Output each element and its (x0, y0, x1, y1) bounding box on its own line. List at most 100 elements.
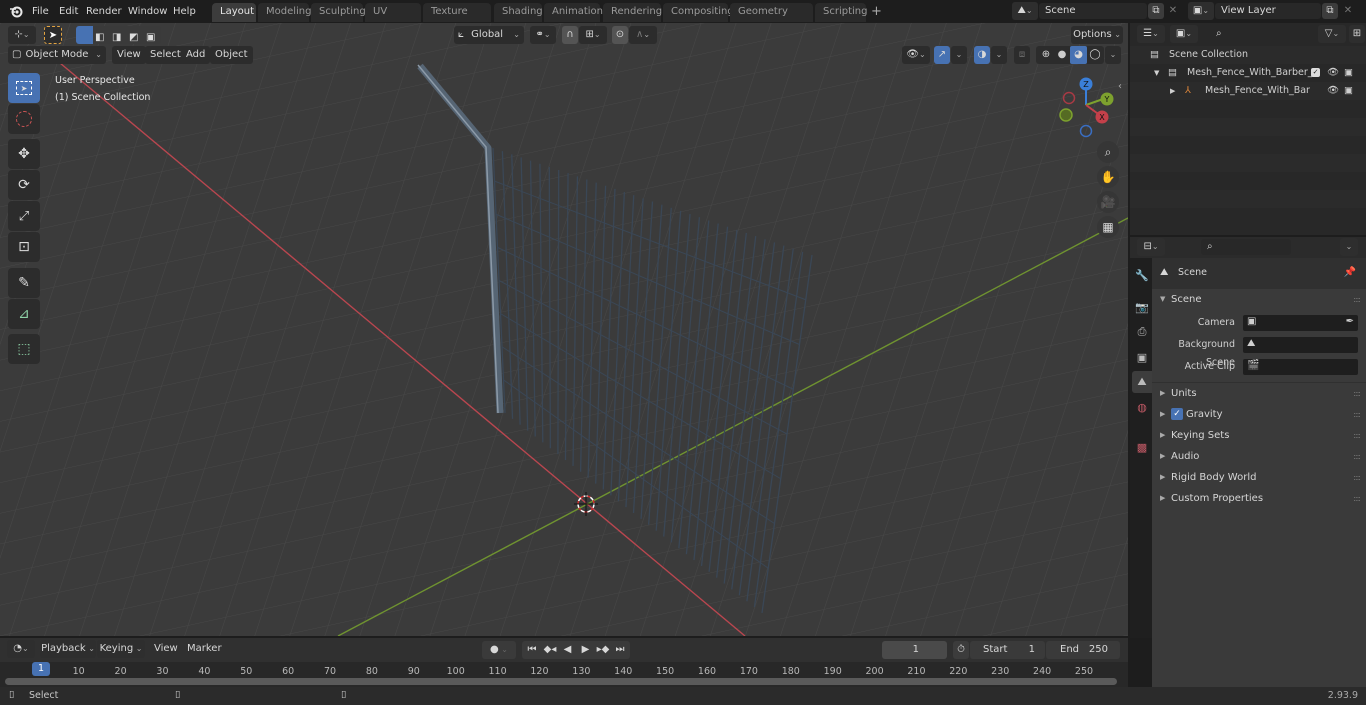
eyedropper-icon[interactable]: ✒ (1346, 316, 1354, 327)
material-preview-shading-icon[interactable]: ◕ (1070, 46, 1087, 64)
scene-name-field[interactable]: Scene (1039, 3, 1147, 19)
transform-orientation-dropdown[interactable]: ⟀ Global ⌄ (454, 26, 524, 44)
menu-add[interactable]: Add (181, 46, 211, 64)
tool-select-box[interactable]: ➤ (8, 73, 40, 103)
select-subtract-icon[interactable]: ◨ (112, 29, 121, 47)
tool-scale[interactable]: ⤢ (8, 201, 40, 231)
tab-tool[interactable]: 🔧 (1132, 264, 1152, 286)
tab-output[interactable]: ⎙ (1132, 321, 1152, 343)
tab-texture-paint[interactable]: Texture Paint (423, 3, 491, 35)
new-view-layer-button[interactable]: ⧉ (1322, 3, 1338, 19)
panel-gravity[interactable]: ▶ ✓ Gravity :::: (1152, 404, 1366, 425)
tab-modeling[interactable]: Modeling (258, 3, 312, 22)
zoom-view-button[interactable]: ⌕ (1097, 141, 1119, 163)
outliner-row-scene-collection[interactable]: ▤ Scene Collection (1130, 46, 1366, 64)
tab-view-layer[interactable]: ▣ (1132, 346, 1152, 368)
panel-units[interactable]: ▶ Units :::: (1152, 383, 1366, 404)
filter-dropdown[interactable]: ▽⌄ (1318, 25, 1346, 43)
overlays-toggle[interactable]: ◑ (974, 46, 990, 64)
keying-dropdown[interactable]: Keying ⌄ (97, 640, 145, 658)
panel-scene-header[interactable]: ▼ Scene :::: (1152, 289, 1366, 310)
tab-texture[interactable]: ▩ (1132, 436, 1152, 458)
select-invert-icon[interactable]: ◩ (129, 29, 138, 47)
view-layer-browse-button[interactable]: ▣⌄ (1188, 2, 1214, 20)
proportional-edit-toggle[interactable]: ⊙ (612, 26, 628, 44)
render-camera-icon[interactable]: ▣ (1344, 64, 1353, 82)
drag-grip-icon[interactable]: :::: (1353, 383, 1361, 404)
camera-view-button[interactable]: 🎥 (1097, 191, 1119, 213)
gizmo-toggle[interactable]: ↗ (934, 46, 950, 64)
panel-custom-properties[interactable]: ▶ Custom Properties :::: (1152, 488, 1366, 509)
auto-keying-toggle[interactable]: ● ⌄ (482, 641, 516, 659)
tab-rendering[interactable]: Rendering (603, 3, 662, 22)
prev-keyframe-icon[interactable]: ◆◂ (541, 641, 559, 659)
tool-measure[interactable]: ⊿ (8, 299, 40, 329)
playhead[interactable]: 1 (32, 662, 50, 676)
wireframe-shading-icon[interactable]: ⊕ (1038, 46, 1054, 64)
properties-options-dropdown[interactable]: ⌄ (1340, 238, 1358, 256)
gizmo-neg-y[interactable] (1059, 108, 1073, 122)
ortho-toggle-button[interactable]: ▦ (1097, 216, 1119, 238)
camera-field[interactable]: ▣ ✒ (1242, 314, 1359, 332)
select-new-icon[interactable] (76, 26, 93, 44)
overlays-dropdown[interactable]: ⌄ (991, 46, 1007, 64)
panel-audio[interactable]: ▶ Audio :::: (1152, 446, 1366, 467)
timeline-scrollbar[interactable] (5, 678, 1117, 685)
jump-end-icon[interactable]: ⏭ (612, 641, 628, 659)
menu-select[interactable]: Select (145, 46, 186, 64)
preview-range-toggle[interactable]: ⏱ (953, 641, 969, 659)
tab-shading[interactable]: Shading (494, 3, 543, 22)
timeline-editor-type[interactable]: ◔⌄ (7, 640, 35, 658)
visibility-dropdown[interactable]: 👁⌄ (902, 46, 930, 64)
panel-keying-sets[interactable]: ▶ Keying Sets :::: (1152, 425, 1366, 446)
gizmo-neg-x[interactable] (1062, 91, 1076, 105)
jump-start-icon[interactable]: ⏮ (524, 641, 540, 659)
menu-render[interactable]: Render (86, 0, 122, 23)
editor-type-button[interactable]: ⊹⌄ (8, 26, 36, 44)
tool-select-button[interactable]: ➤ (44, 26, 62, 44)
next-keyframe-icon[interactable]: ▸◆ (594, 641, 612, 659)
current-frame-field[interactable]: 1 (882, 641, 947, 659)
scene-browse-button[interactable]: ⛰⌄ (1012, 2, 1038, 20)
gravity-checkbox[interactable]: ✓ (1171, 408, 1183, 420)
tool-move[interactable]: ✥ (8, 139, 40, 169)
expand-right-icon[interactable]: ▶ (1170, 82, 1175, 100)
drag-grip-icon[interactable]: :::: (1353, 467, 1361, 488)
outliner-editor-type[interactable]: ☰⌄ (1137, 25, 1165, 43)
pivot-point-dropdown[interactable]: ⚭⌄ (530, 26, 556, 44)
3d-viewport[interactable]: ⊹⌄ ➤ ◧ ◨ ◩ ▣ ⟀ Global ⌄ ⚭⌄ ∩ ⊞⌄ ⊙ ∧⌄ Opti… (0, 23, 1128, 636)
select-extend-icon[interactable]: ◧ (95, 29, 104, 47)
falloff-dropdown[interactable]: ∧⌄ (629, 26, 657, 44)
tab-compositing[interactable]: Compositing (663, 3, 734, 22)
frame-start-field[interactable]: Start 1 (970, 641, 1045, 659)
outliner-row-object[interactable]: ▶ ⅄ Mesh_Fence_With_Barbe 👁 ▣ (1130, 82, 1366, 100)
tab-scripting[interactable]: Scripting (815, 3, 867, 22)
mode-dropdown[interactable]: ▢ Object Mode ⌄ (8, 46, 106, 64)
tab-uv-editing[interactable]: UV Editing (365, 3, 421, 35)
timeline-menu-marker[interactable]: Marker (187, 643, 222, 654)
exclude-checkbox[interactable]: ✓ (1311, 68, 1320, 77)
options-dropdown[interactable]: Options ⌄ (1071, 26, 1123, 44)
expand-down-icon[interactable]: ▼ (1154, 64, 1159, 82)
add-workspace-button[interactable]: + (868, 3, 884, 22)
panel-rigid-body-world[interactable]: ▶ Rigid Body World :::: (1152, 467, 1366, 488)
tab-scene[interactable]: ⛰ (1132, 371, 1152, 393)
tool-cursor[interactable] (8, 104, 40, 134)
gizmo-dropdown[interactable]: ⌄ (951, 46, 967, 64)
view-layer-name-field[interactable]: View Layer (1215, 3, 1321, 19)
outliner-search[interactable]: ⌕ (1210, 26, 1303, 41)
menu-object[interactable]: Object (210, 46, 253, 64)
snap-toggle[interactable]: ∩ (562, 26, 578, 44)
menu-file[interactable]: File (32, 0, 49, 23)
blender-logo-icon[interactable] (9, 5, 23, 18)
tool-add-cube[interactable]: ⬚ (8, 334, 40, 364)
drag-grip-icon[interactable]: :::: (1353, 404, 1361, 425)
outliner-row-collection[interactable]: ▼ ▤ Mesh_Fence_With_Barber_Wi ✓ 👁 ▣ (1130, 64, 1366, 82)
tab-layout[interactable]: Layout (212, 3, 256, 22)
playback-dropdown[interactable]: Playback ⌄ (40, 640, 96, 658)
properties-search[interactable]: ⌕ (1201, 239, 1291, 255)
new-collection-button[interactable]: ⊞ (1349, 25, 1365, 43)
delete-view-layer-button[interactable]: ✕ (1340, 3, 1356, 19)
menu-help[interactable]: Help (173, 0, 196, 23)
rendered-shading-icon[interactable]: ◯ (1087, 46, 1103, 64)
